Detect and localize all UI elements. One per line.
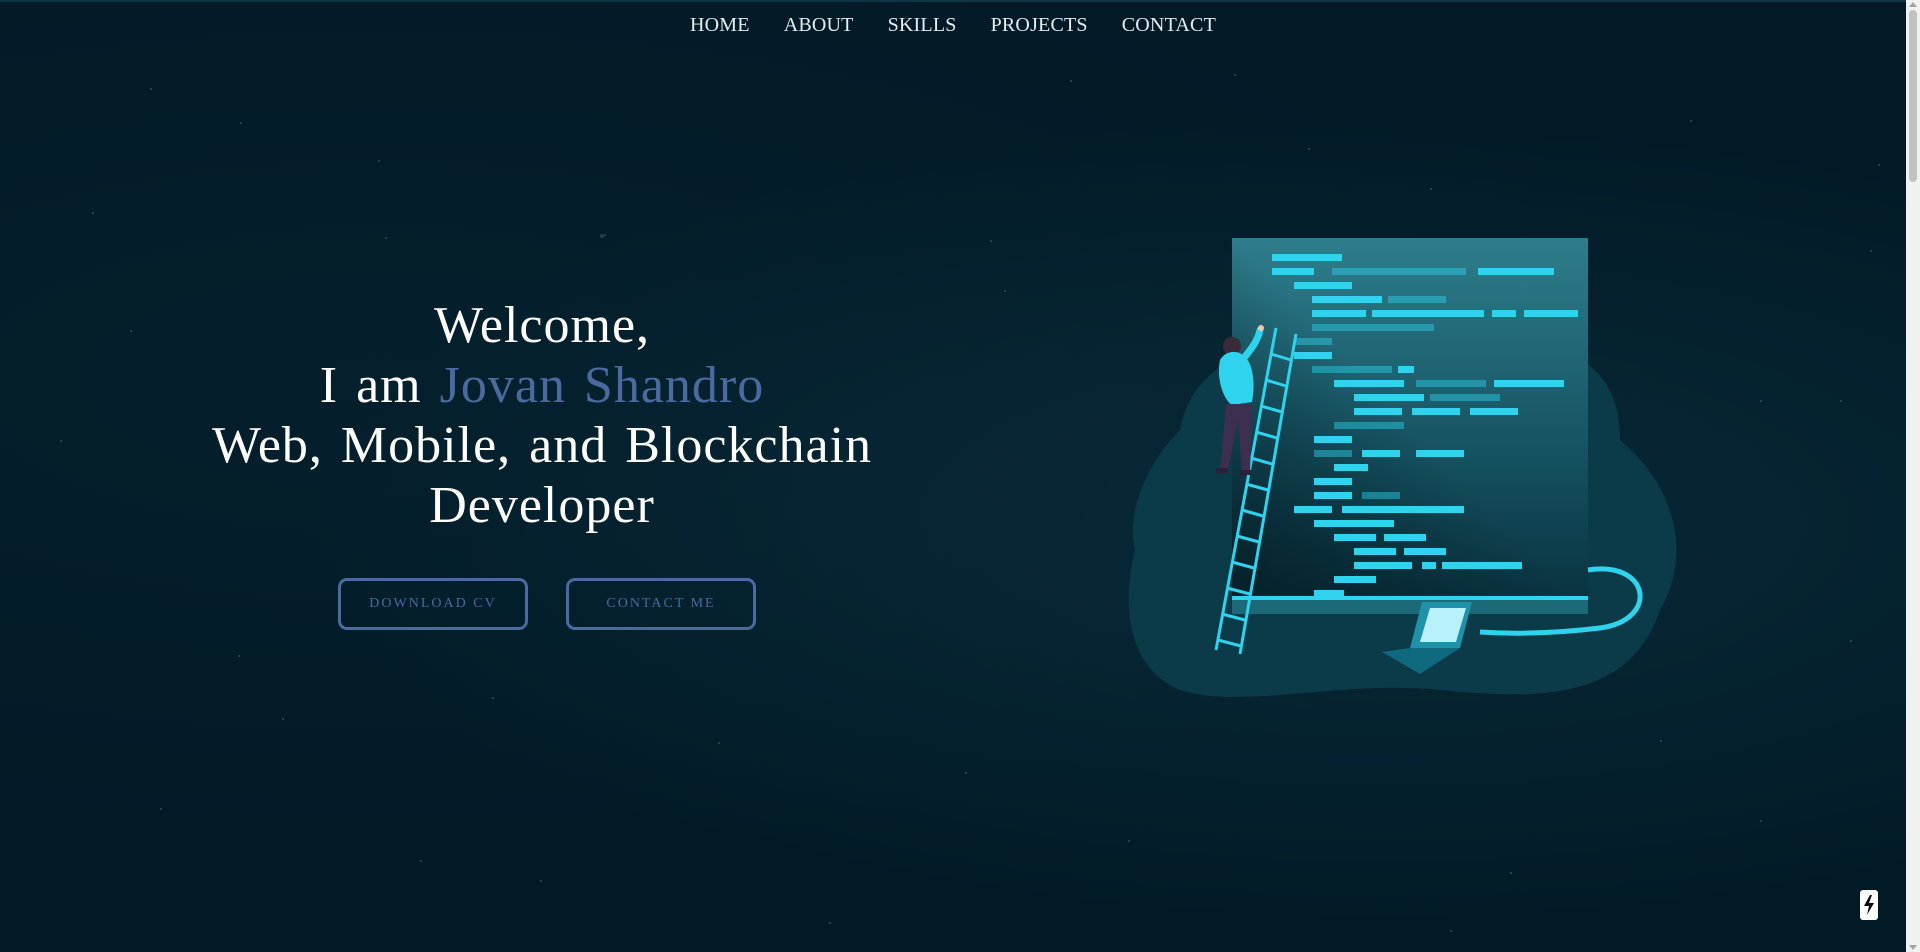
welcome-text: Welcome, <box>433 297 651 354</box>
nav-projects[interactable]: PROJECTS <box>991 14 1088 37</box>
intro-line: I am Jovan Shandro <box>200 356 884 416</box>
developer-climbing-code-illustration <box>1128 238 1677 698</box>
contact-me-button[interactable]: CONTACT ME <box>566 578 756 630</box>
download-cv-button[interactable]: DOWNLOAD CV <box>338 578 528 630</box>
scroll-up-arrow-icon[interactable] <box>1909 2 1917 7</box>
role-line-2: Developer <box>429 477 655 534</box>
hero-heading: Welcome, I am Jovan Shandro Web, Mobile,… <box>200 296 884 536</box>
nav-contact[interactable]: CONTACT <box>1122 14 1216 37</box>
nav-about[interactable]: ABOUT <box>784 14 854 37</box>
main-nav: HOME ABOUT SKILLS PROJECTS CONTACT <box>0 14 1906 37</box>
hero-buttons: DOWNLOAD CV CONTACT ME <box>338 578 756 630</box>
page-scrollbar[interactable] <box>1906 0 1920 952</box>
developer-name: Jovan Shandro <box>439 357 765 414</box>
top-border <box>0 0 1920 2</box>
nav-skills[interactable]: SKILLS <box>888 14 957 37</box>
scroll-thumb[interactable] <box>1909 10 1917 182</box>
scroll-down-arrow-icon[interactable] <box>1909 945 1917 950</box>
intro-text: I am <box>319 357 422 414</box>
nav-home[interactable]: HOME <box>690 14 750 37</box>
role-line-1: Web, Mobile, and Blockchain <box>211 417 873 474</box>
lightning-bolt-icon[interactable] <box>1860 890 1878 920</box>
